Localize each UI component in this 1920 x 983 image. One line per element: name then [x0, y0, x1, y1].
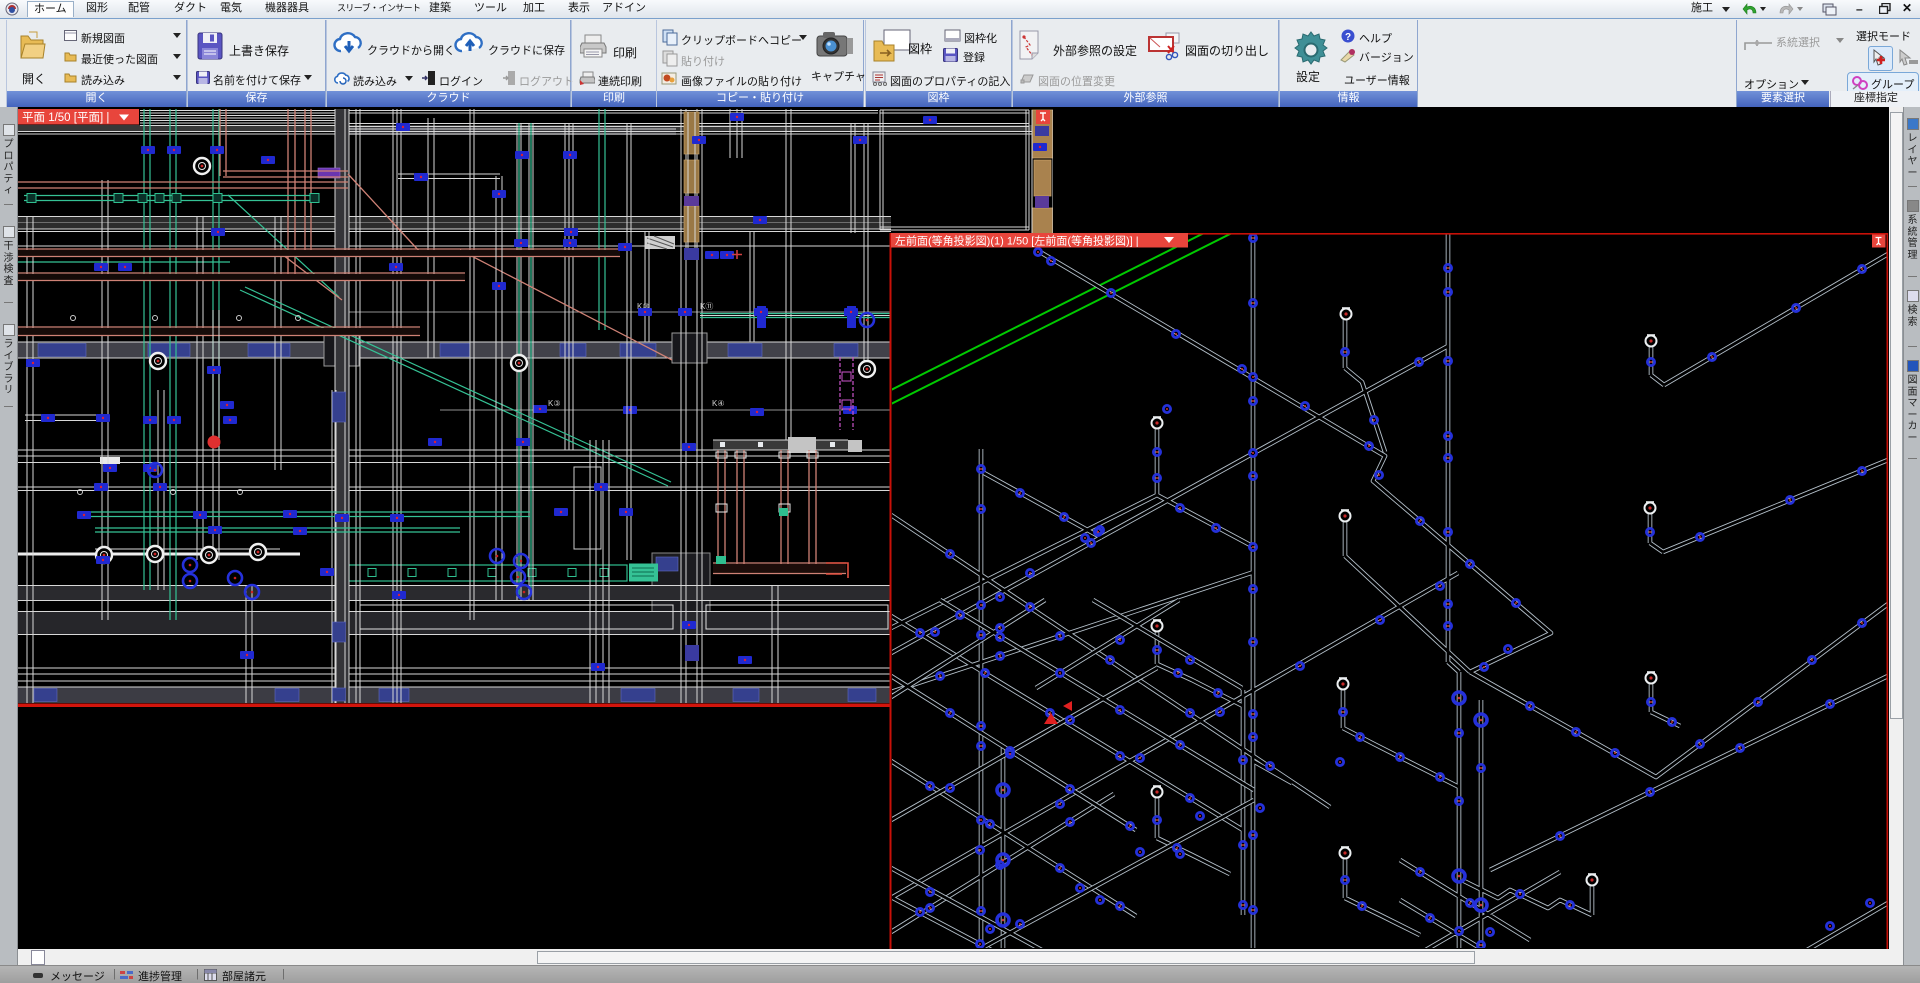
svg-text:?: ?	[1345, 32, 1351, 43]
svg-text:K③: K③	[548, 399, 561, 408]
svg-text:平面 1/50 [平面] |: 平面 1/50 [平面] |	[22, 112, 109, 124]
svg-text:左前面(等角投影図)(1) 1/50 [左前面(等角投影図): 左前面(等角投影図)(1) 1/50 [左前面(等角投影図)] |	[895, 234, 1139, 248]
svg-text:K④: K④	[712, 399, 725, 408]
